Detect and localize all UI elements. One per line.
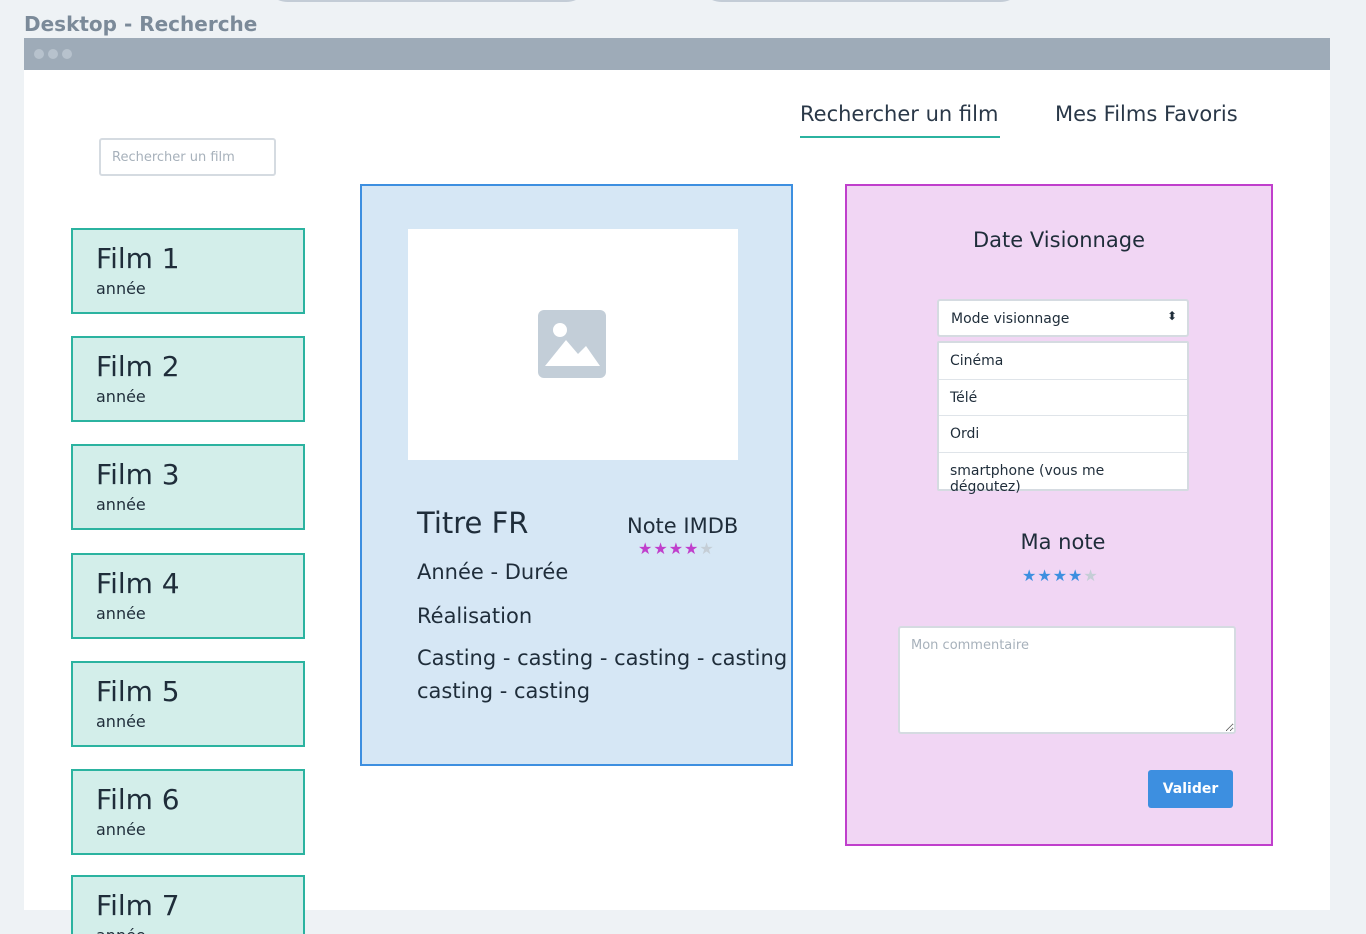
star-icon[interactable]: ★	[1068, 566, 1083, 585]
close-dot-icon[interactable]	[34, 49, 44, 59]
film-card[interactable]: Film 3 année	[71, 444, 305, 530]
viewing-mode-options: Cinéma Télé Ordi smartphone (vous me dég…	[937, 341, 1189, 495]
film-title: Film 3	[96, 458, 180, 491]
select-caret-icon: ⬍	[1166, 309, 1177, 323]
star-icon: ★	[638, 539, 654, 558]
window-controls	[34, 49, 72, 59]
film-year: année	[96, 495, 146, 514]
star-icon[interactable]: ★	[1037, 566, 1052, 585]
viewing-date-label: Date Visionnage	[973, 228, 1145, 252]
film-detail-card: Titre FR Note IMDB ★★★★★ Année - Durée R…	[360, 184, 793, 766]
film-card[interactable]: Film 5 année	[71, 661, 305, 747]
viewing-mode-option[interactable]: Télé	[939, 380, 1187, 416]
film-year: année	[96, 926, 146, 934]
comment-field[interactable]	[898, 626, 1236, 734]
film-year: année	[96, 279, 146, 298]
film-title: Film 6	[96, 783, 180, 816]
top-ghost-shape	[262, 0, 592, 2]
film-year: année	[96, 820, 146, 839]
film-year: année	[96, 604, 146, 623]
film-year-duration: Année - Durée	[417, 560, 569, 584]
viewing-mode-option[interactable]: Ordi	[939, 416, 1187, 453]
film-title: Film 1	[96, 242, 180, 275]
viewing-mode-option[interactable]: Cinéma	[939, 343, 1187, 380]
app-window: Rechercher un film Mes Films Favoris Fil…	[24, 38, 1330, 934]
tab-search[interactable]: Rechercher un film	[800, 102, 1001, 138]
film-title: Film 7	[96, 889, 180, 922]
maximize-dot-icon[interactable]	[62, 49, 72, 59]
star-empty-icon[interactable]: ★	[1083, 566, 1098, 585]
minimize-dot-icon[interactable]	[48, 49, 58, 59]
star-empty-icon: ★	[699, 539, 715, 558]
film-card[interactable]: Film 1 année	[71, 228, 305, 314]
viewing-form-card: Date Visionnage Mode visionnage ⬍ Cinéma…	[845, 184, 1273, 846]
film-casting: Casting - casting - casting - casting ca…	[417, 646, 788, 703]
film-card[interactable]: Film 4 année	[71, 553, 305, 639]
film-card[interactable]: Film 2 année	[71, 336, 305, 422]
tab-favorites[interactable]: Mes Films Favoris	[1055, 102, 1238, 126]
star-icon: ★	[668, 539, 685, 558]
star-icon: ★	[653, 539, 669, 558]
my-rating-stars[interactable]: ★★★★★	[1022, 566, 1099, 585]
film-year: année	[96, 712, 146, 731]
viewing-mode-option[interactable]: smartphone (vous me dégoutez)	[939, 453, 1187, 495]
page-label: Desktop - Recherche	[24, 12, 258, 36]
film-director: Réalisation	[417, 604, 533, 628]
image-placeholder-icon	[538, 310, 606, 378]
viewing-mode-select[interactable]: Mode visionnage ⬍	[937, 299, 1189, 337]
star-icon[interactable]: ★	[1053, 566, 1068, 585]
imdb-label: Note IMDB	[627, 514, 739, 538]
film-title: Film 5	[96, 675, 180, 708]
film-year: année	[96, 387, 146, 406]
window-titlebar	[24, 38, 1330, 70]
star-icon[interactable]: ★	[1022, 566, 1037, 585]
film-card[interactable]: Film 7 année	[71, 875, 305, 934]
film-title: Film 4	[96, 567, 180, 600]
star-icon: ★	[684, 539, 700, 558]
film-title: Film 2	[96, 350, 180, 383]
film-card[interactable]: Film 6 année	[71, 769, 305, 855]
viewing-mode-select-value: Mode visionnage	[951, 311, 1070, 327]
my-rating-label: Ma note	[1020, 530, 1106, 554]
submit-button[interactable]: Valider	[1148, 770, 1233, 808]
search-input[interactable]	[99, 138, 276, 176]
imdb-rating-stars: ★★★★★	[638, 539, 715, 558]
film-poster	[408, 229, 738, 460]
top-ghost-shape	[696, 0, 1026, 2]
film-detail-title: Titre FR	[417, 506, 529, 540]
